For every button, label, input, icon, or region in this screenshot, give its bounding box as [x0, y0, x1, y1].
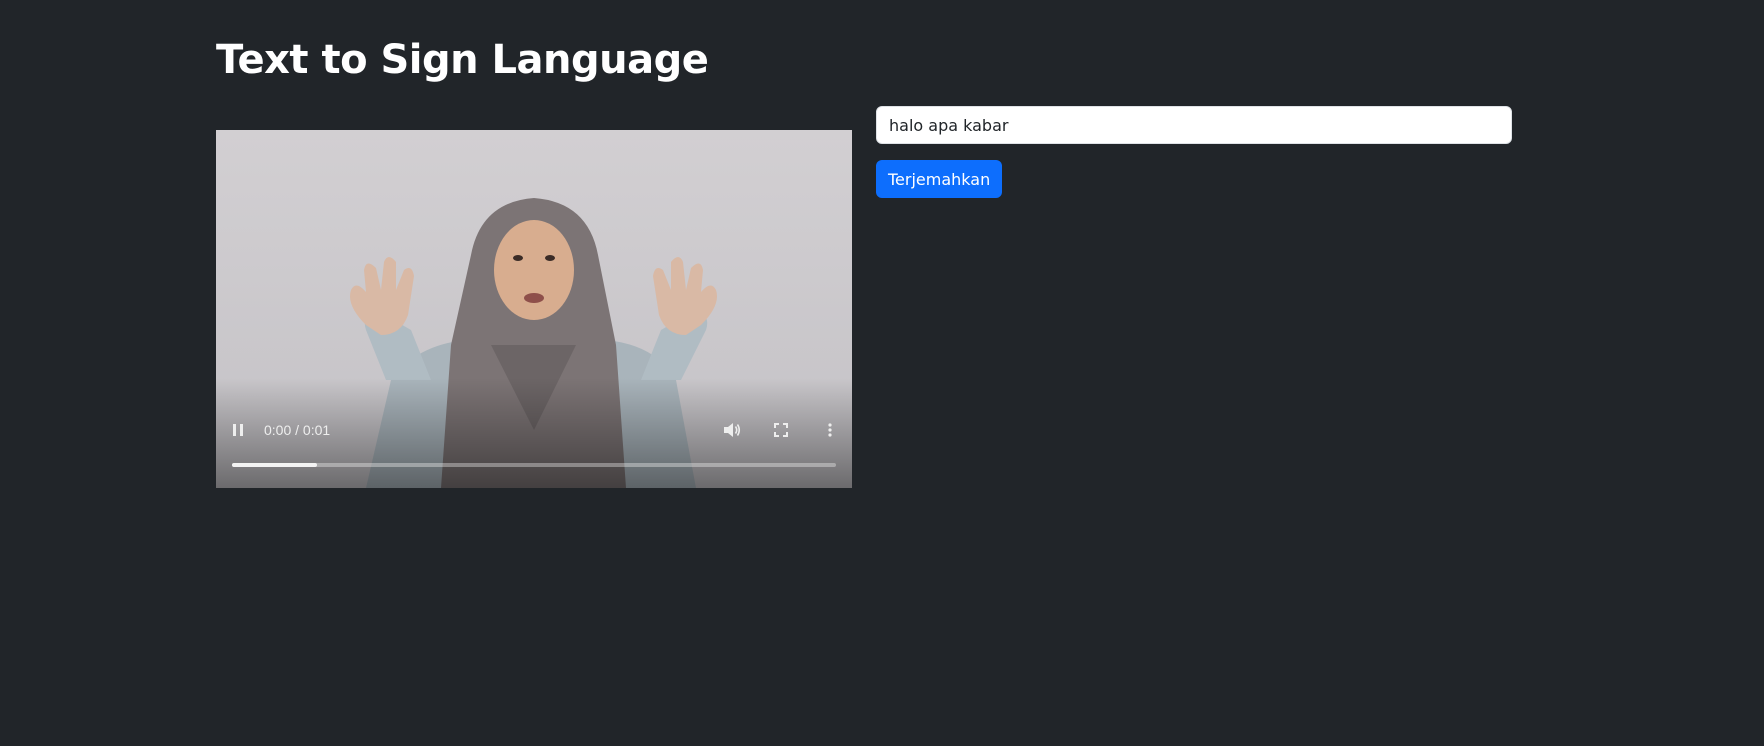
fullscreen-button[interactable]	[767, 420, 795, 440]
more-vertical-icon	[828, 423, 832, 437]
pause-button[interactable]	[224, 420, 252, 440]
volume-icon	[724, 423, 741, 437]
fullscreen-icon	[774, 423, 788, 437]
translate-button[interactable]: Terjemahkan	[876, 160, 1003, 198]
pause-icon	[233, 424, 243, 436]
video-player[interactable]: 0:00 / 0:01	[216, 130, 852, 488]
seek-bar-played	[232, 463, 317, 467]
more-options-button[interactable]	[816, 420, 844, 440]
time-display: 0:00 / 0:01	[264, 422, 331, 438]
page-title: Text to Sign Language	[216, 37, 709, 83]
text-input[interactable]	[876, 106, 1512, 144]
seek-bar[interactable]	[232, 463, 836, 467]
volume-button[interactable]	[718, 420, 746, 440]
